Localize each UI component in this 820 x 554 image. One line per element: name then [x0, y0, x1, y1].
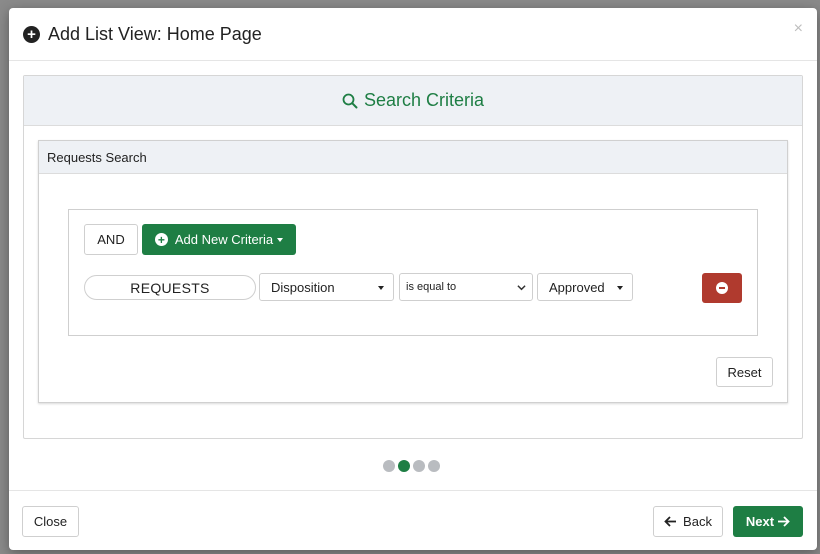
- add-new-criteria-button[interactable]: + Add New Criteria: [142, 224, 296, 255]
- step-dot-4: [428, 460, 440, 472]
- caret-down-icon: [378, 286, 384, 290]
- search-icon: [342, 93, 358, 108]
- criteria-field-dropdown[interactable]: Disposition: [259, 273, 394, 301]
- chevron-down-icon: [517, 285, 526, 291]
- caret-down-icon: [277, 237, 284, 242]
- arrow-left-icon: [664, 516, 677, 527]
- step-dot-3: [413, 460, 425, 472]
- step-dot-2: [398, 460, 410, 472]
- caret-down-icon: [617, 286, 623, 290]
- add-list-view-modal: + Add List View: Home Page × Search Crit…: [9, 8, 817, 550]
- criteria-entity: REQUESTS: [84, 275, 256, 300]
- modal-header: + Add List View: Home Page ×: [9, 8, 817, 61]
- requests-search-box: Requests Search AND + Add New Criteria R…: [38, 140, 788, 403]
- criteria-value: Approved: [549, 279, 605, 295]
- step-dot-1: [383, 460, 395, 472]
- plus-circle-icon: +: [154, 233, 168, 246]
- arrow-right-icon: [778, 516, 790, 527]
- criteria-group: AND + Add New Criteria REQUESTS Disposit…: [68, 209, 758, 336]
- minus-circle-icon: [716, 282, 728, 294]
- back-label: Back: [683, 514, 712, 529]
- plus-circle-icon: +: [23, 25, 40, 43]
- remove-criteria-button[interactable]: [702, 273, 742, 303]
- reset-button[interactable]: Reset: [716, 357, 773, 387]
- criteria-operator-select[interactable]: is equal to: [399, 273, 533, 301]
- search-criteria-heading: Search Criteria: [24, 76, 802, 126]
- back-button[interactable]: Back: [653, 506, 723, 537]
- close-button[interactable]: Close: [22, 506, 79, 537]
- modal-title: Add List View: Home Page: [48, 23, 262, 44]
- logic-operator-button[interactable]: AND: [84, 224, 138, 255]
- next-button[interactable]: Next: [733, 506, 803, 537]
- next-label: Next: [745, 514, 775, 529]
- search-criteria-title: Search Criteria: [363, 90, 485, 110]
- search-criteria-panel: Search Criteria Requests Search AND + Ad…: [23, 75, 803, 439]
- criteria-operator-value: is equal to: [406, 281, 457, 293]
- close-icon[interactable]: ×: [794, 20, 803, 38]
- modal-footer: Close Back Next: [9, 490, 817, 550]
- add-new-criteria-label: Add New Criteria: [174, 232, 274, 247]
- requests-search-heading: Requests Search: [39, 141, 787, 174]
- criteria-field-value: Disposition: [271, 279, 335, 295]
- criteria-value-dropdown[interactable]: Approved: [537, 273, 633, 301]
- wizard-step-indicator: [383, 460, 440, 472]
